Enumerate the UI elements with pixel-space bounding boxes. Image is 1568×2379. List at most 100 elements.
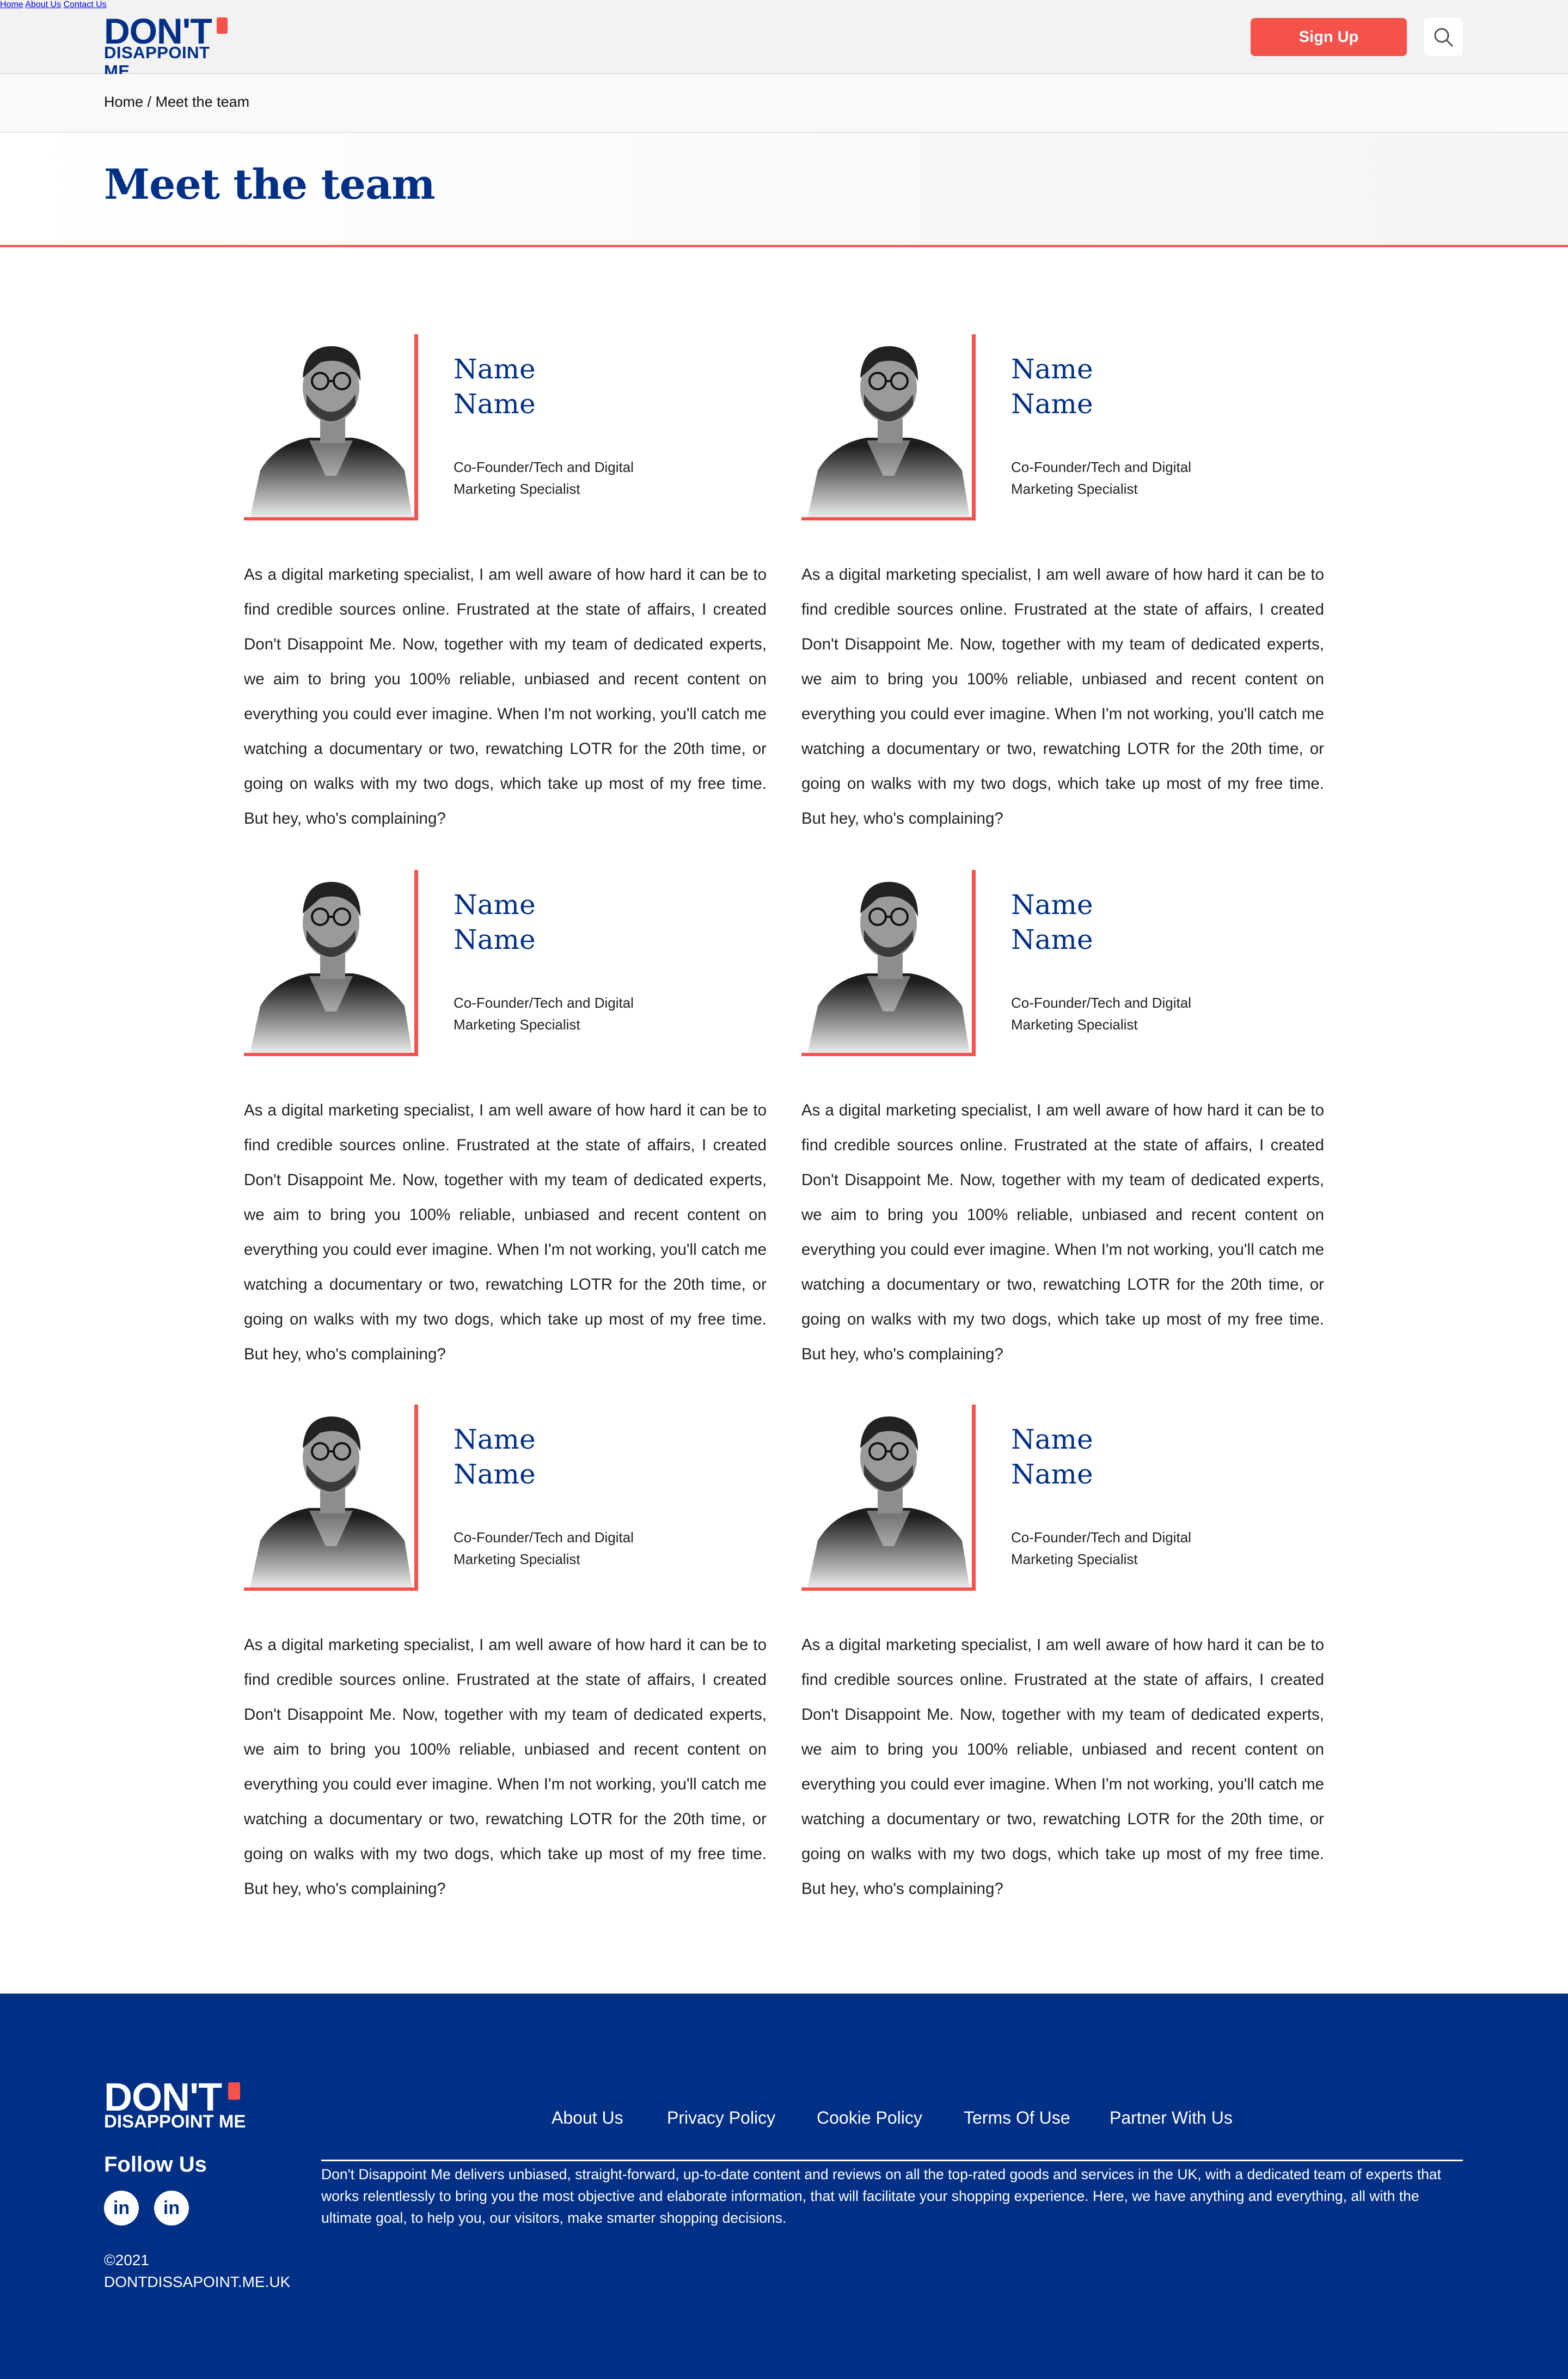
copyright-domain: DONTDISSAPOINT.ME.UK [104, 2273, 291, 2290]
role-line-1: Co-Founder/Tech and Digital [1011, 1529, 1191, 1546]
name-line-1: Name [454, 1424, 536, 1455]
team-member-photo [244, 334, 418, 520]
name-line-2: Name [1011, 388, 1093, 420]
name-line-1: Name [454, 889, 536, 921]
search-button[interactable] [1424, 18, 1463, 56]
team-member-photo [801, 870, 976, 1056]
team-member-photo [244, 870, 418, 1056]
team-member-name: Name Name [454, 352, 536, 421]
team-member-bio: As a digital marketing specialist, I am … [244, 1101, 767, 1363]
team-member-card: Name Name Co-Founder/Tech and Digital Ma… [801, 334, 1324, 857]
linkedin-icon[interactable]: in [154, 2191, 189, 2225]
team-member-photo [801, 1405, 976, 1591]
footer-link-about-us[interactable]: About Us [552, 2108, 623, 2128]
team-member-role: Co-Founder/Tech and Digital Marketing Sp… [454, 1526, 671, 1570]
breadcrumb[interactable]: Home / Meet the team [104, 94, 249, 111]
role-line-2: Marketing Specialist [454, 1551, 580, 1567]
team-member-photo [244, 1405, 418, 1591]
team-member-card: Name Name Co-Founder/Tech and Digital Ma… [244, 1405, 767, 1927]
portrait-image [244, 870, 418, 1056]
role-line-2: Marketing Specialist [454, 1016, 580, 1033]
photo-accent-right [414, 870, 418, 1056]
photo-accent-right [972, 870, 976, 1056]
team-member-card: Name Name Co-Founder/Tech and Digital Ma… [244, 334, 767, 857]
team-member-name: Name Name [1011, 1422, 1093, 1492]
name-line-2: Name [454, 388, 536, 420]
role-line-1: Co-Founder/Tech and Digital [1011, 459, 1191, 475]
team-member-bio: As a digital marketing specialist, I am … [244, 566, 767, 827]
team-member-role: Co-Founder/Tech and Digital Marketing Sp… [1011, 1526, 1229, 1570]
footer-description: Don't Disappoint Me delivers unbiased, s… [321, 2166, 1441, 2226]
name-line-1: Name [454, 353, 536, 385]
team-member-card: Name Name Co-Founder/Tech and Digital Ma… [801, 1405, 1324, 1927]
photo-accent-right [972, 334, 976, 520]
team-member-role: Co-Founder/Tech and Digital Marketing Sp… [1011, 992, 1229, 1035]
photo-accent-bottom [801, 517, 976, 520]
team-member-name: Name Name [1011, 352, 1093, 421]
site-header: DON'T DISAPPOINT ME Home About Us Contac… [0, 0, 1568, 81]
footer-logo[interactable]: DON'T DISAPPOINT ME [104, 2078, 249, 2132]
name-line-1: Name [1011, 1424, 1093, 1455]
name-line-1: Name [1011, 353, 1093, 385]
team-member-bio: As a digital marketing specialist, I am … [801, 1636, 1324, 1898]
photo-accent-right [414, 1405, 418, 1591]
name-line-2: Name [454, 924, 536, 955]
nav-home[interactable]: Home [0, 0, 23, 9]
photo-accent-bottom [244, 517, 418, 520]
role-line-1: Co-Founder/Tech and Digital [454, 1529, 634, 1546]
search-icon [1434, 28, 1453, 47]
linkedin-icon[interactable]: in [104, 2191, 139, 2225]
role-line-1: Co-Founder/Tech and Digital [454, 995, 634, 1011]
footer-link-cookie-policy[interactable]: Cookie Policy [817, 2108, 922, 2128]
nav-about-us[interactable]: About Us [25, 0, 61, 9]
photo-accent-bottom [801, 1587, 976, 1591]
team-member-name: Name Name [454, 1422, 536, 1492]
portrait-image [244, 1405, 418, 1591]
team-member-name: Name Name [1011, 887, 1093, 957]
team-member-role: Co-Founder/Tech and Digital Marketing Sp… [454, 456, 671, 500]
portrait-image [244, 334, 418, 520]
footer-divider [321, 2160, 1463, 2161]
role-line-2: Marketing Specialist [1011, 1551, 1138, 1567]
name-line-2: Name [1011, 1458, 1093, 1490]
footer-logo-tag [228, 2082, 240, 2100]
photo-accent-bottom [244, 1587, 418, 1591]
team-member-name: Name Name [454, 887, 536, 957]
logo-tag-mark [217, 17, 228, 34]
team-member-role: Co-Founder/Tech and Digital Marketing Sp… [454, 992, 671, 1035]
site-logo[interactable]: DON'T DISAPPOINT ME [104, 13, 230, 81]
footer-link-partner-with-us[interactable]: Partner With Us [1110, 2108, 1233, 2128]
team-member-card: Name Name Co-Founder/Tech and Digital Ma… [244, 870, 767, 1393]
role-line-2: Marketing Specialist [1011, 481, 1138, 497]
photo-accent-right [972, 1405, 976, 1591]
portrait-image [801, 334, 976, 520]
portrait-image [801, 870, 976, 1056]
team-member-card: Name Name Co-Founder/Tech and Digital Ma… [801, 870, 1324, 1393]
team-member-bio: As a digital marketing specialist, I am … [801, 566, 1324, 827]
name-line-2: Name [454, 1458, 536, 1490]
photo-accent-bottom [244, 1053, 418, 1056]
footer-link-privacy-policy[interactable]: Privacy Policy [667, 2108, 775, 2128]
portrait-image [801, 1405, 976, 1591]
photo-accent-bottom [801, 1053, 976, 1056]
title-band: Meet the team [0, 133, 1568, 247]
name-line-1: Name [1011, 889, 1093, 921]
role-line-1: Co-Founder/Tech and Digital [1011, 995, 1191, 1011]
site-footer: DON'T DISAPPOINT ME Follow Us in in ©202… [0, 1994, 1568, 2379]
copyright-year: ©2021 [104, 2252, 149, 2268]
page-title: Meet the team [104, 160, 436, 209]
nav-contact-us[interactable]: Contact Us [64, 0, 107, 9]
team-member-bio: As a digital marketing specialist, I am … [801, 1101, 1324, 1363]
role-line-2: Marketing Specialist [454, 481, 580, 497]
name-line-2: Name [1011, 924, 1093, 955]
team-member-role: Co-Founder/Tech and Digital Marketing Sp… [1011, 456, 1229, 500]
breadcrumb-bar: Home / Meet the team [0, 74, 1568, 133]
follow-us-heading: Follow Us [104, 2153, 207, 2176]
role-line-2: Marketing Specialist [1011, 1016, 1138, 1033]
copyright: ©2021 DONTDISSAPOINT.ME.UK [104, 2249, 290, 2293]
footer-link-terms-of-use[interactable]: Terms Of Use [964, 2108, 1070, 2128]
sign-up-button[interactable]: Sign Up [1251, 18, 1407, 56]
role-line-1: Co-Founder/Tech and Digital [454, 459, 634, 475]
team-member-photo [801, 334, 976, 520]
team-member-bio: As a digital marketing specialist, I am … [244, 1636, 767, 1898]
